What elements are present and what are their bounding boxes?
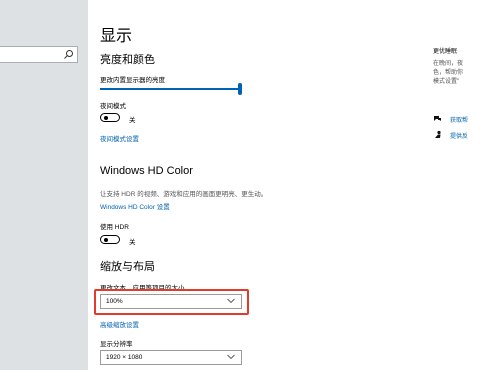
advanced-scaling-link[interactable]: 高级缩放设置: [100, 319, 139, 329]
hdr-settings-link[interactable]: Windows HD Color 设置: [100, 201, 170, 211]
related-desc-line: 模式设置": [433, 79, 460, 85]
resolution-dropdown-value: 1920 × 1080: [106, 354, 143, 361]
resolution-label: 显示分辨率: [100, 341, 133, 348]
brightness-slider-track[interactable]: [100, 88, 242, 90]
resolution-dropdown[interactable]: 1920 × 1080: [100, 350, 242, 365]
give-feedback-link[interactable]: 提供反: [450, 131, 468, 140]
search-input[interactable]: [0, 46, 78, 63]
chevron-down-icon: [227, 354, 235, 360]
related-desc-line: 色，帮助你: [433, 70, 464, 76]
toggle-knob: [104, 115, 108, 120]
use-hdr-toggle[interactable]: [100, 235, 120, 244]
night-light-toggle[interactable]: [100, 113, 120, 122]
feedback-icon: [435, 130, 441, 138]
get-help-link[interactable]: 获取帮: [450, 115, 468, 124]
brightness-slider-thumb[interactable]: [238, 83, 242, 95]
help-icon: [434, 116, 441, 121]
highlight-box: [94, 289, 249, 315]
hdr-heading: Windows HD Color: [100, 165, 193, 177]
related-panel: 更优睡眠 在晚间，夜 色，帮助你 模式设置" 获取帮 提供反: [433, 0, 495, 370]
scale-heading: 缩放与布局: [100, 261, 155, 273]
related-heading: 更优睡眠: [433, 49, 458, 55]
brightness-heading: 亮度和颜色: [100, 54, 155, 66]
related-desc-line: 在晚间，夜: [433, 61, 464, 67]
hdr-description: 让支持 HDR 的视频、游戏和应用的画面更明亮、更生动。: [100, 191, 268, 198]
brightness-label: 更改内置显示器的亮度: [100, 77, 165, 84]
page-title: 显示: [100, 28, 133, 45]
sidebar: [0, 0, 88, 370]
night-light-state: 关: [129, 117, 136, 124]
night-light-settings-link[interactable]: 夜间模式设置: [100, 133, 139, 143]
search-icon: [64, 50, 73, 59]
use-hdr-state: 关: [129, 239, 136, 246]
night-light-label: 夜间模式: [100, 103, 126, 110]
use-hdr-label: 使用 HDR: [100, 224, 129, 231]
toggle-knob: [104, 237, 108, 242]
